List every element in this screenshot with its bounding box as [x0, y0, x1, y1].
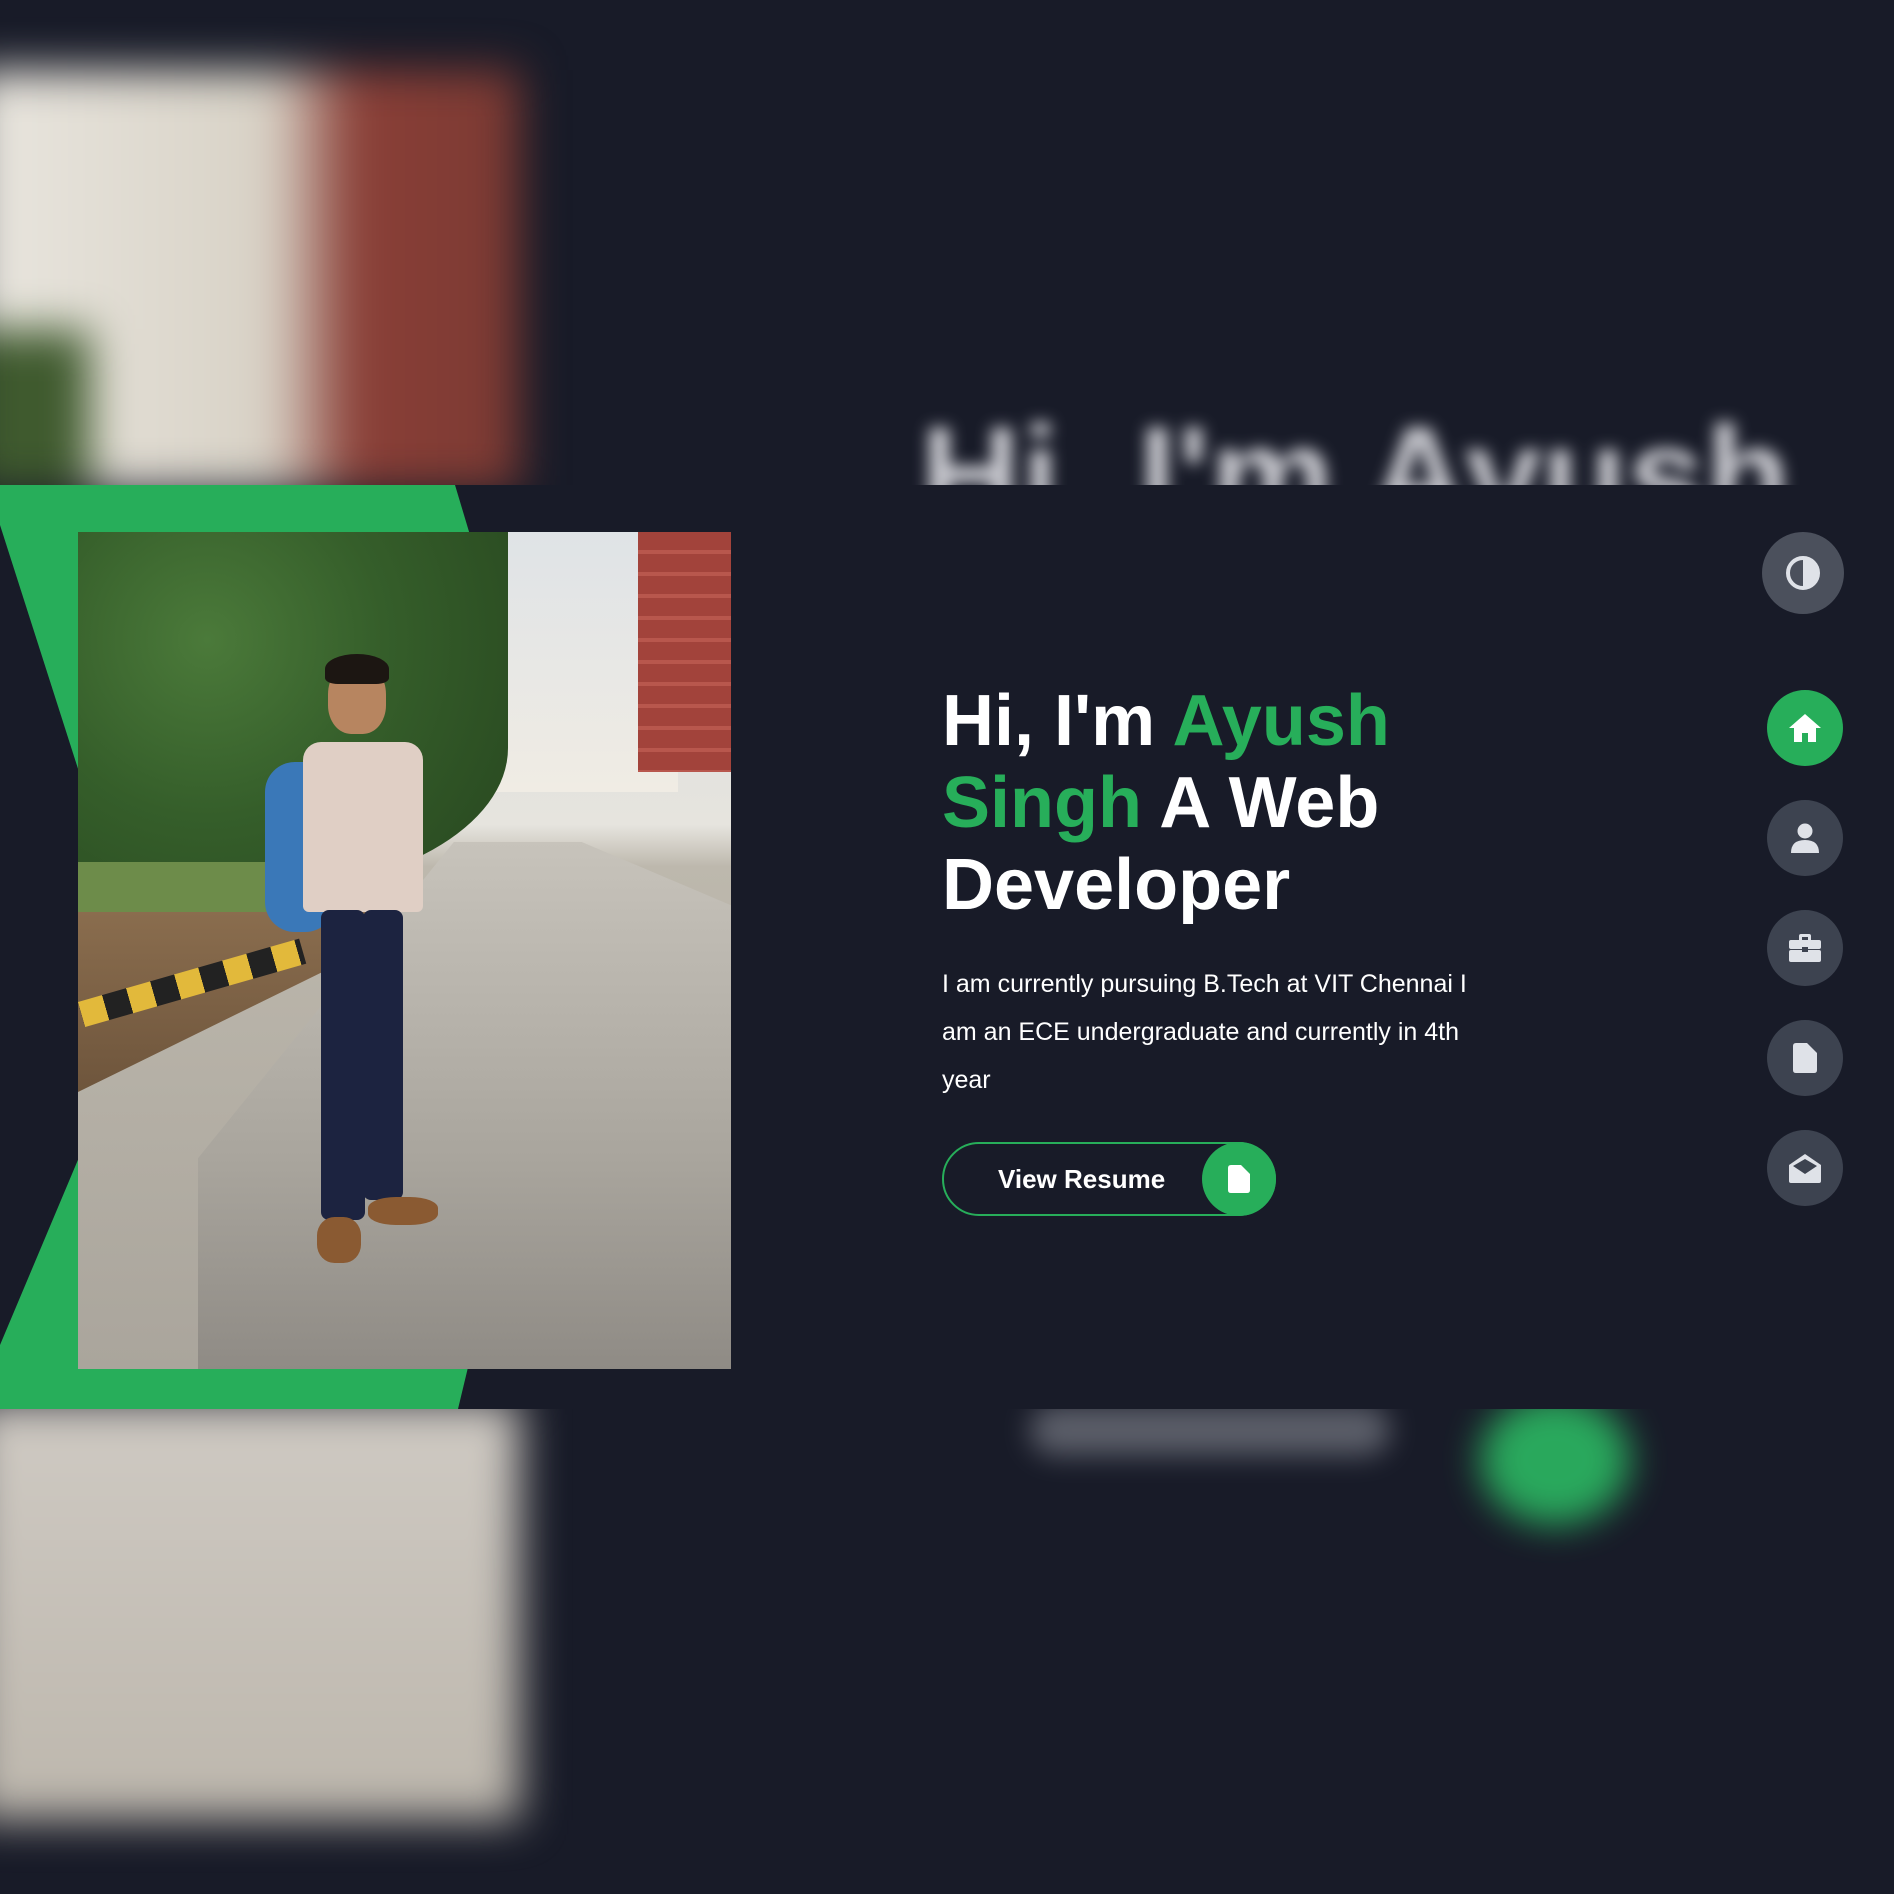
envelope-open-icon — [1789, 1153, 1821, 1183]
backdrop-photo-bottom — [0, 1400, 520, 1820]
backdrop-button-blur — [1030, 1405, 1390, 1455]
home-icon — [1788, 713, 1822, 743]
nav-about-button[interactable] — [1767, 800, 1843, 876]
hero-title: Hi, I'm Ayush Singh A Web Developer — [942, 681, 1390, 925]
file-icon — [1202, 1142, 1276, 1216]
nav-home-button[interactable] — [1767, 690, 1843, 766]
view-resume-label: View Resume — [998, 1163, 1166, 1194]
person-figure — [233, 654, 438, 1302]
view-resume-button[interactable]: View Resume — [942, 1142, 1276, 1216]
hero-section: Hi, I'm Ayush Singh A Web Developer I am … — [0, 485, 1894, 1409]
nav-resume-button[interactable] — [1767, 1020, 1843, 1096]
hero-text: Hi, I'm Ayush Singh A Web Developer I am … — [942, 680, 1502, 1104]
file-icon — [1793, 1043, 1817, 1073]
user-icon — [1791, 823, 1819, 853]
profile-photo — [78, 532, 731, 1369]
hero-description: I am currently pursuing B.Tech at VIT Ch… — [942, 970, 1467, 1094]
nav-work-button[interactable] — [1767, 910, 1843, 986]
briefcase-icon — [1789, 934, 1821, 962]
backdrop-button-circle-blur — [1480, 1395, 1630, 1525]
nav-contact-button[interactable] — [1767, 1130, 1843, 1206]
contrast-icon — [1785, 555, 1821, 591]
name-last: Singh — [942, 763, 1142, 843]
name-first: Ayush — [1172, 681, 1390, 761]
backdrop-photo-top — [0, 70, 520, 490]
theme-toggle-button[interactable] — [1762, 532, 1844, 614]
